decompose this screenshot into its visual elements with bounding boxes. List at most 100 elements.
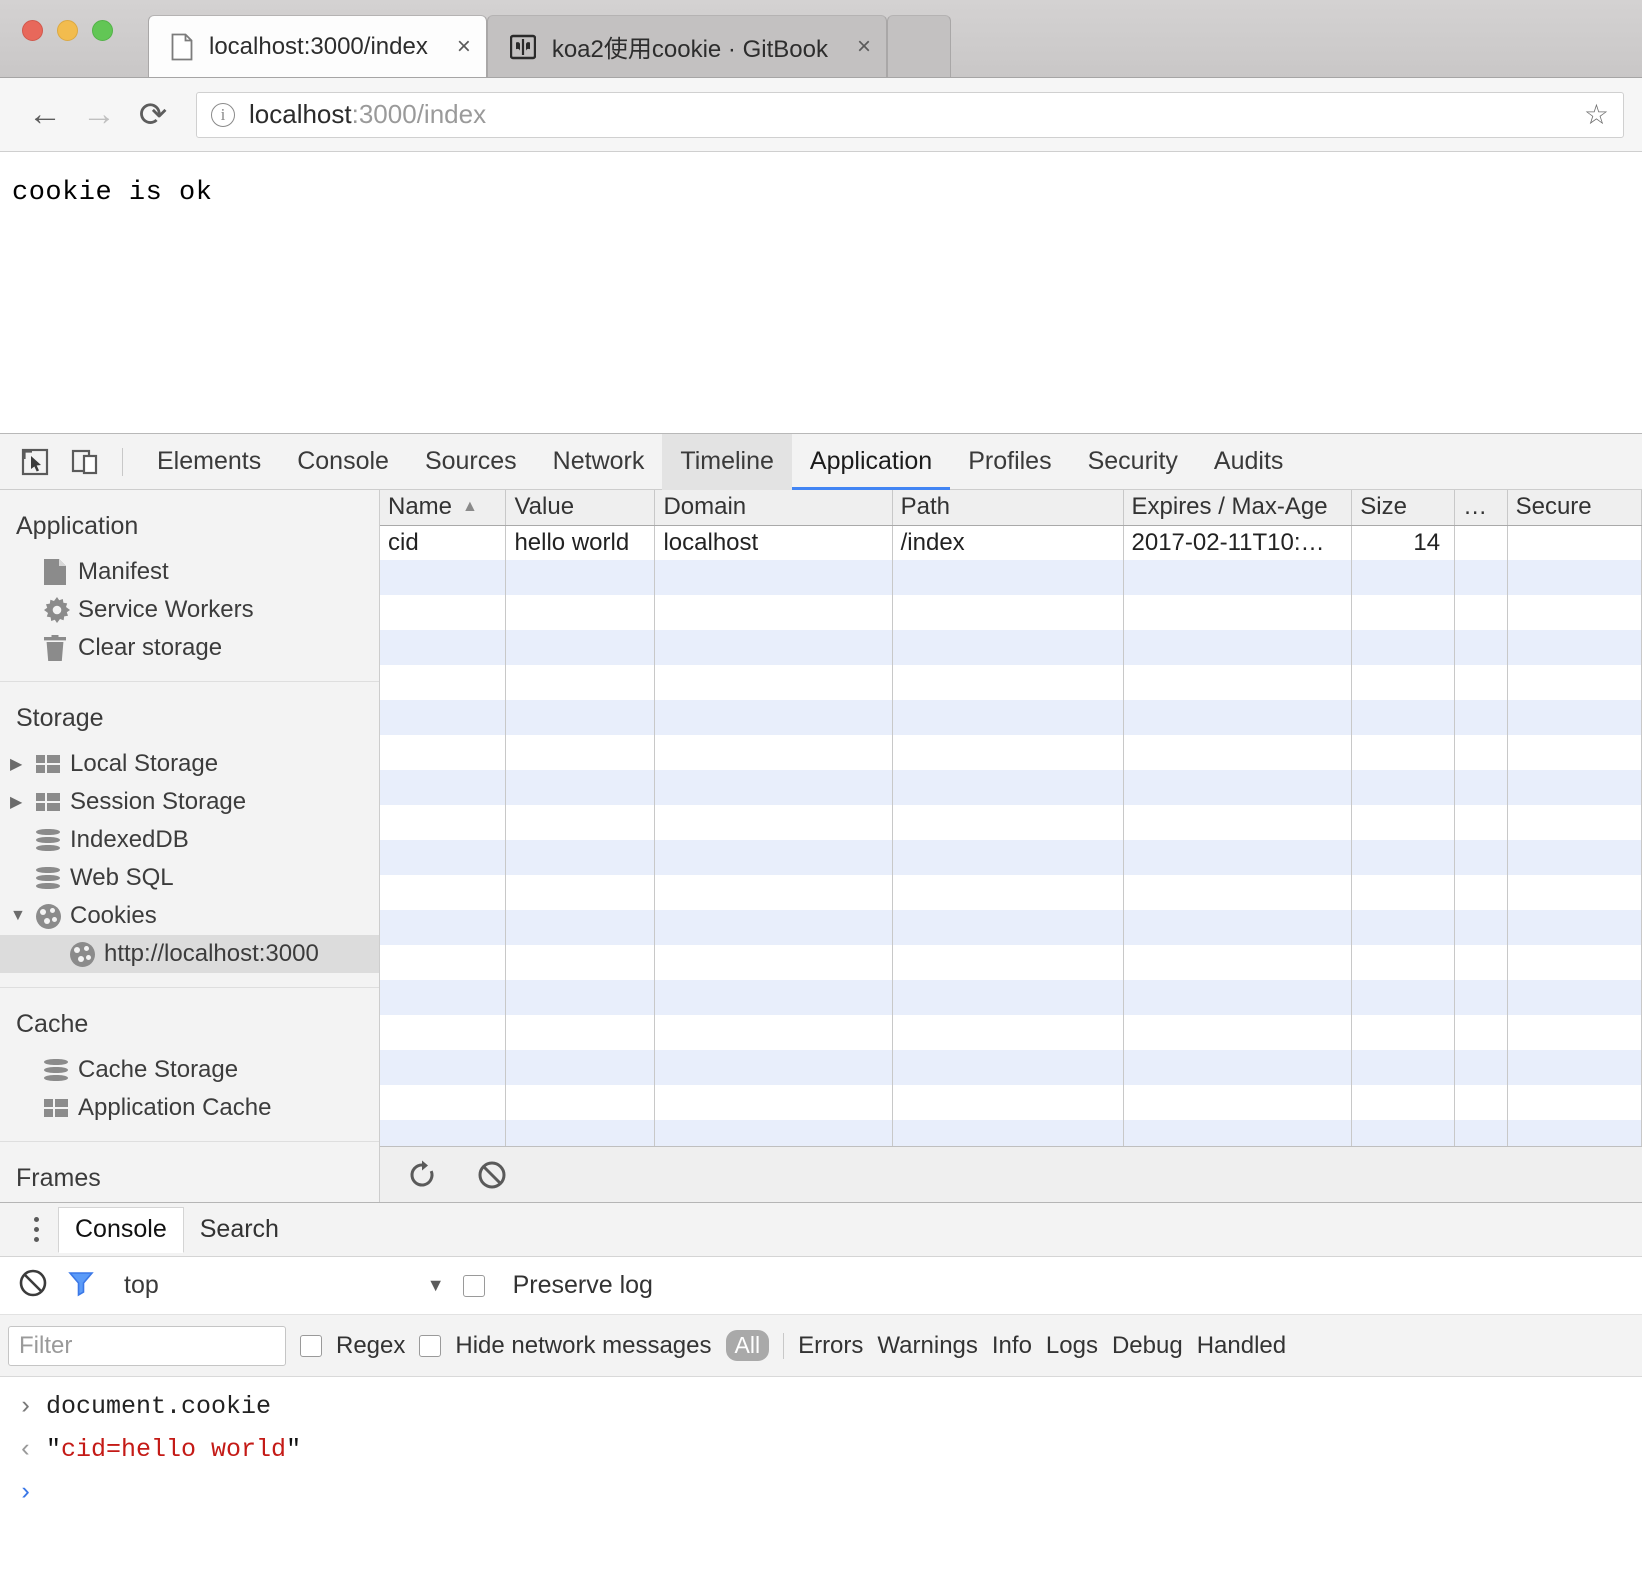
table-row-empty <box>380 665 1642 700</box>
inspect-element-icon[interactable] <box>12 439 58 485</box>
sidebar-item-session-storage[interactable]: ▶ Session Storage <box>0 783 379 821</box>
sidebar-item-local-storage[interactable]: ▶ Local Storage <box>0 745 379 783</box>
cookie-table-scroll[interactable]: Name ▲ Value Domain Path Expires / Max-Ag… <box>380 490 1642 1146</box>
tab-strip: localhost:3000/index × koa2使用cookie · Gi… <box>0 0 1642 78</box>
forward-button[interactable]: → <box>72 95 126 134</box>
kebab-menu-icon[interactable] <box>14 1217 58 1242</box>
cell-empty <box>892 560 1124 595</box>
hide-network-messages-checkbox[interactable] <box>419 1334 442 1357</box>
preserve-log-checkbox[interactable] <box>462 1274 485 1297</box>
sidebar-item-cookie-origin[interactable]: http://localhost:3000 <box>0 935 379 973</box>
cell-empty <box>505 875 656 910</box>
browser-tab-1[interactable]: koa2使用cookie · GitBook × <box>486 15 887 77</box>
refresh-icon[interactable] <box>400 1153 444 1197</box>
cell-empty <box>1507 945 1642 980</box>
cell-empty <box>1351 665 1456 700</box>
block-icon[interactable] <box>470 1153 514 1197</box>
console-prompt-line[interactable]: › <box>0 1471 1642 1514</box>
table-row-empty <box>380 875 1642 910</box>
cookie-table: Name ▲ Value Domain Path Expires / Max-Ag… <box>380 490 1642 1146</box>
tab-application[interactable]: Application <box>791 434 951 490</box>
chevron-down-icon[interactable]: ▼ <box>10 907 36 925</box>
sidebar-item-label: IndexedDB <box>70 826 189 853</box>
filter-input[interactable]: Filter <box>8 1325 286 1366</box>
drawer-tab-search[interactable]: Search <box>184 1207 295 1253</box>
info-icon[interactable]: i <box>211 102 235 127</box>
table-row[interactable]: cid hello world localhost /index 2017-02… <box>380 525 1642 560</box>
column-header-name[interactable]: Name ▲ <box>380 490 507 526</box>
column-header-secure[interactable]: Secure <box>1507 490 1642 526</box>
cell-expires: 2017-02-11T10:… <box>1123 525 1353 560</box>
close-icon[interactable]: × <box>454 33 474 61</box>
close-icon[interactable]: × <box>854 33 874 61</box>
column-header-path[interactable]: Path <box>892 490 1124 526</box>
sidebar-item-cookies[interactable]: ▼ Cookies <box>0 897 379 935</box>
column-header-value[interactable]: Value <box>505 490 656 526</box>
filter-funnel-icon[interactable] <box>66 1268 96 1303</box>
tab-console[interactable]: Console <box>279 434 407 490</box>
level-filter-all[interactable]: All <box>725 1330 770 1361</box>
table-row-empty <box>380 1120 1642 1146</box>
cell-empty <box>505 700 656 735</box>
cell-empty <box>380 665 507 700</box>
database-icon <box>36 828 70 852</box>
sidebar-item-clear-storage[interactable]: Clear storage <box>0 629 379 667</box>
close-window-button[interactable] <box>22 20 43 41</box>
cell-empty <box>654 945 893 980</box>
tab-title: localhost:3000/index <box>209 32 428 60</box>
cell-empty <box>505 770 656 805</box>
regex-checkbox[interactable] <box>300 1334 322 1357</box>
cell-empty <box>1507 1120 1642 1146</box>
cell-empty <box>1123 1085 1353 1120</box>
new-tab-button[interactable] <box>886 15 951 77</box>
cell-empty <box>1507 700 1642 735</box>
tab-elements[interactable]: Elements <box>139 434 279 490</box>
column-header-overflow[interactable]: … <box>1454 490 1508 526</box>
tab-profiles[interactable]: Profiles <box>950 434 1069 490</box>
reload-button[interactable]: ⟳ <box>126 95 180 135</box>
chevron-down-icon[interactable]: ▼ <box>427 1275 445 1296</box>
column-header-expires[interactable]: Expires / Max-Age <box>1123 490 1353 526</box>
bookmark-star-icon[interactable]: ☆ <box>1584 98 1609 131</box>
level-filter-info[interactable]: Info <box>992 1332 1032 1360</box>
hide-network-messages-label: Hide network messages <box>455 1331 712 1359</box>
cell-size: 14 <box>1351 525 1456 560</box>
chevron-right-icon[interactable]: ▶ <box>10 792 36 812</box>
address-bar[interactable]: i localhost :3000/index ☆ <box>196 91 1624 138</box>
back-button[interactable]: ← <box>18 95 72 134</box>
chevron-right-icon[interactable]: ▶ <box>10 754 36 774</box>
browser-tab-0[interactable]: localhost:3000/index × <box>148 15 487 77</box>
level-filter-debug[interactable]: Debug <box>1112 1332 1183 1360</box>
tab-sources[interactable]: Sources <box>407 434 535 490</box>
cell-empty <box>1507 735 1642 770</box>
level-filter-warnings[interactable]: Warnings <box>877 1332 977 1360</box>
maximize-window-button[interactable] <box>92 20 113 41</box>
sidebar-item-service-workers[interactable]: Service Workers <box>0 591 379 629</box>
clear-console-icon[interactable] <box>18 1268 48 1303</box>
sidebar-item-web-sql[interactable]: ▶ Web SQL <box>0 859 379 897</box>
cell-empty <box>1507 665 1642 700</box>
tab-audits[interactable]: Audits <box>1196 434 1301 490</box>
tab-network[interactable]: Network <box>535 434 663 490</box>
sidebar-item-cache-storage[interactable]: Cache Storage <box>0 1051 379 1089</box>
level-filter-handled[interactable]: Handled <box>1197 1332 1286 1360</box>
device-toolbar-icon[interactable] <box>62 439 108 485</box>
drawer-tab-console[interactable]: Console <box>58 1206 184 1253</box>
console-output[interactable]: › document.cookie ‹ "cid=hello world" › <box>0 1377 1642 1553</box>
level-filter-errors[interactable]: Errors <box>798 1332 863 1360</box>
cell-empty <box>1507 840 1642 875</box>
column-header-domain[interactable]: Domain <box>654 490 893 526</box>
console-drawer: Console Search top ▼ Preserve log Filter… <box>0 1202 1642 1553</box>
sidebar-item-manifest[interactable]: Manifest <box>0 553 379 591</box>
execution-context-label[interactable]: top <box>124 1271 159 1300</box>
tab-security[interactable]: Security <box>1070 434 1196 490</box>
sidebar-item-application-cache[interactable]: Application Cache <box>0 1089 379 1127</box>
book-icon <box>509 34 536 60</box>
sidebar-item-indexeddb[interactable]: ▶ IndexedDB <box>0 821 379 859</box>
devtools-body: Application Manifest Service Workers Cle… <box>0 490 1642 1202</box>
minimize-window-button[interactable] <box>57 20 78 41</box>
tab-timeline[interactable]: Timeline <box>662 433 792 490</box>
level-filter-logs[interactable]: Logs <box>1046 1332 1098 1360</box>
column-header-size[interactable]: Size <box>1351 490 1456 526</box>
table-row-empty <box>380 1085 1642 1120</box>
